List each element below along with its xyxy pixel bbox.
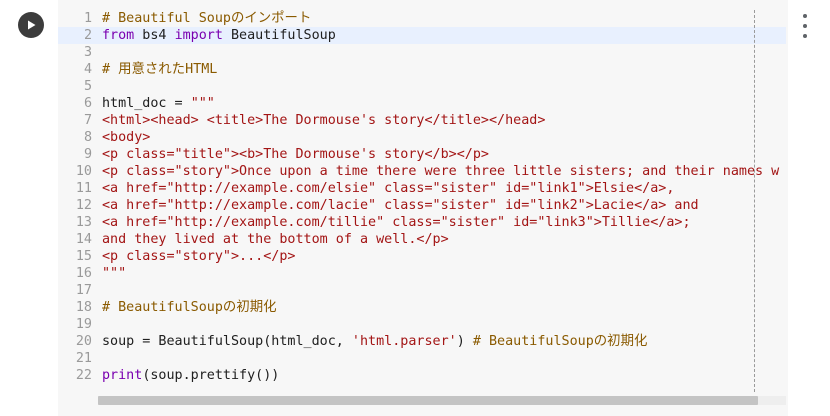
code-editor[interactable]: 1 # Beautiful Soupのインポート 2 from bs4 import … <box>58 0 788 416</box>
code-text[interactable]: # BeautifulSoupの初期化 <box>102 299 786 316</box>
line-number: 6 <box>83 96 92 111</box>
code-lines[interactable]: 1 # Beautiful Soupのインポート 2 from bs4 import … <box>58 10 788 400</box>
code-token: and they lived at the bottom of a well.<… <box>102 232 449 247</box>
line-number: 19 <box>75 317 92 332</box>
code-text[interactable]: soup = BeautifulSoup(html_doc, 'html.par… <box>102 333 786 350</box>
code-line[interactable]: 5 <box>58 78 786 95</box>
line-number: 7 <box>83 113 92 128</box>
more-vert-icon <box>803 14 807 18</box>
code-token: print <box>102 368 143 383</box>
code-token: """ <box>190 96 215 111</box>
line-number: 1 <box>83 11 92 26</box>
code-token: # BeautifulSoupの初期化 <box>102 300 277 315</box>
code-text[interactable]: html_doc = """ <box>102 95 786 112</box>
code-token: <p class="title"><b>The Dormouse's story… <box>102 147 489 162</box>
line-number: 20 <box>75 334 92 349</box>
line-number: 14 <box>75 232 92 247</box>
code-line[interactable]: 1 # Beautiful Soupのインポート <box>58 10 786 27</box>
line-number: 13 <box>75 215 92 230</box>
code-text[interactable]: # 用意されたHTML <box>102 61 786 78</box>
line-number: 2 <box>83 28 92 43</box>
code-token: # Beautiful Soupのインポート <box>102 11 312 26</box>
code-token: <a href="http://example.com/elsie" class… <box>102 181 675 196</box>
code-text[interactable]: <p class="story">...</p> <box>102 248 786 265</box>
code-line[interactable]: 4 # 用意されたHTML <box>58 61 786 78</box>
code-token: <html><head> <title>The Dormouse's story… <box>102 113 546 128</box>
code-text[interactable]: <html><head> <title>The Dormouse's story… <box>102 112 786 129</box>
code-line[interactable]: 22 print(soup.prettify()) <box>58 367 786 384</box>
line-number: 4 <box>83 62 92 77</box>
line-number: 21 <box>75 351 92 366</box>
line-number: 12 <box>75 198 92 213</box>
code-text[interactable]: <p class="story">Once upon a time there … <box>102 163 786 180</box>
code-token: (soup.prettify()) <box>142 368 280 383</box>
code-token: from <box>102 28 135 43</box>
line-number: 9 <box>83 147 92 162</box>
code-token: soup = BeautifulSoup(html_doc, <box>102 334 352 349</box>
code-token: bs4 <box>134 28 175 43</box>
line-number: 22 <box>75 368 92 383</box>
line-number: 17 <box>75 283 92 298</box>
code-token: <a href="http://example.com/lacie" class… <box>102 198 699 213</box>
line-number: 5 <box>83 79 92 94</box>
code-token: BeautifulSoup <box>222 28 336 43</box>
code-line[interactable]: 2 from bs4 import BeautifulSoup <box>58 27 786 44</box>
line-number: 16 <box>75 266 92 281</box>
code-line[interactable]: 3 <box>58 44 786 61</box>
code-text[interactable]: # Beautiful Soupのインポート <box>102 10 786 27</box>
code-line[interactable]: 17 <box>58 282 786 299</box>
line-number: 10 <box>75 164 92 179</box>
code-token: import <box>174 28 223 43</box>
code-text[interactable]: from bs4 import BeautifulSoup <box>102 27 786 44</box>
code-token: <p class="story">...</p> <box>102 249 296 264</box>
line-number: 15 <box>75 249 92 264</box>
code-cell: 1 # Beautiful Soupのインポート 2 from bs4 import … <box>0 0 830 416</box>
code-line[interactable]: 21 <box>58 350 786 367</box>
line-number: 18 <box>75 300 92 315</box>
code-token: <p class="story">Once upon a time there … <box>102 164 780 179</box>
code-text[interactable]: <body> <box>102 129 786 146</box>
play-icon <box>28 20 36 30</box>
code-token: <a href="http://example.com/tillie" clas… <box>102 215 691 230</box>
code-line[interactable]: 6 html_doc = """ <box>58 95 786 112</box>
code-line[interactable]: 8 <body> <box>58 129 786 146</box>
code-text[interactable]: <p class="title"><b>The Dormouse's story… <box>102 146 786 163</box>
run-gutter <box>0 0 58 416</box>
code-line[interactable]: 10 <p class="story">Once upon a time ther… <box>58 163 786 180</box>
code-line[interactable]: 18 # BeautifulSoupの初期化 <box>58 299 786 316</box>
code-token: # 用意されたHTML <box>102 62 218 77</box>
code-text[interactable]: <a href="http://example.com/lacie" class… <box>102 197 786 214</box>
code-token: 'html.parser' <box>351 334 457 349</box>
line-number: 8 <box>83 130 92 145</box>
code-line[interactable]: 14 and they lived at the bottom of a well… <box>58 231 786 248</box>
code-line[interactable]: 11 <a href="http://example.com/elsie" cla… <box>58 180 786 197</box>
code-line[interactable]: 13 <a href="http://example.com/tillie" cl… <box>58 214 786 231</box>
code-line[interactable]: 19 <box>58 316 786 333</box>
code-token: ) <box>456 334 473 349</box>
code-token: # BeautifulSoupの初期化 <box>472 334 648 349</box>
code-token: <body> <box>102 130 151 145</box>
run-cell-button[interactable] <box>18 12 44 38</box>
code-text[interactable]: <a href="http://example.com/tillie" clas… <box>102 214 786 231</box>
code-text[interactable]: and they lived at the bottom of a well.<… <box>102 231 786 248</box>
code-line[interactable]: 15 <p class="story">...</p> <box>58 248 786 265</box>
code-text[interactable]: """ <box>102 265 786 282</box>
column-ruler <box>754 10 755 392</box>
code-line[interactable]: 16 """ <box>58 265 786 282</box>
code-line[interactable]: 20 soup = BeautifulSoup(html_doc, 'html.p… <box>58 333 786 350</box>
code-token: html_doc = <box>102 96 191 111</box>
code-text[interactable]: print(soup.prettify()) <box>102 367 786 384</box>
line-number: 11 <box>75 181 92 196</box>
code-token: """ <box>102 266 127 281</box>
horizontal-scrollbar[interactable] <box>98 396 758 405</box>
code-text[interactable]: <a href="http://example.com/elsie" class… <box>102 180 786 197</box>
code-line[interactable]: 12 <a href="http://example.com/lacie" cla… <box>58 197 786 214</box>
code-line[interactable]: 7 <html><head> <title>The Dormouse's stor… <box>58 112 786 129</box>
line-number: 3 <box>83 45 92 60</box>
more-options-button[interactable] <box>798 14 812 38</box>
code-line[interactable]: 9 <p class="title"><b>The Dormouse's stor… <box>58 146 786 163</box>
